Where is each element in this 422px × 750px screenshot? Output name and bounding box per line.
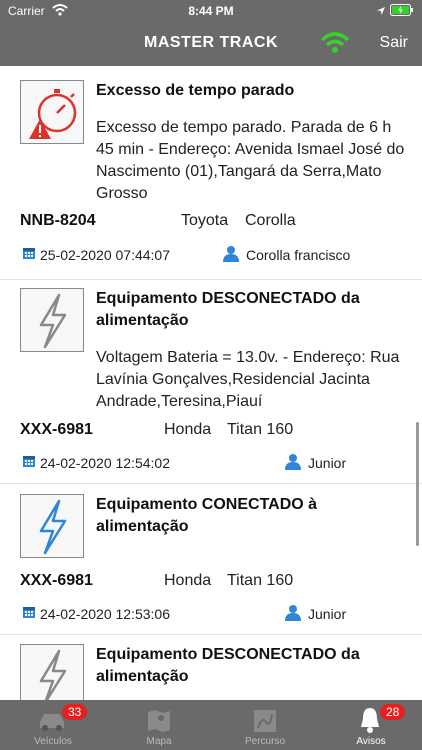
vehicle-plate: NNB-8204 (20, 212, 96, 229)
battery-icon (390, 4, 414, 19)
alert-card[interactable]: Equipamento DESCONECTADO da alimentação (0, 634, 422, 700)
lightning-gray-icon (20, 644, 84, 700)
driver: Junior (284, 603, 346, 624)
connection-wifi-icon (320, 32, 350, 59)
calendar-icon (22, 454, 36, 471)
tab-alerts[interactable]: 28 Avisos (318, 700, 422, 750)
person-icon (284, 452, 302, 473)
calendar-icon (22, 605, 36, 622)
alert-card[interactable]: Excesso de tempo parado Excesso de tempo… (0, 66, 422, 280)
vehicle-model: Titan 160 (227, 421, 294, 438)
bell-icon (358, 706, 382, 739)
person-icon (284, 603, 302, 624)
status-bar: Carrier 8:44 PM (0, 0, 422, 22)
clock: 8:44 PM (188, 4, 234, 18)
location-arrow-icon (376, 5, 386, 19)
datetime-text: 24-02-2020 12:54:02 (40, 454, 170, 471)
alert-title: Excesso de tempo parado (96, 82, 295, 99)
vehicle-model: Corolla (245, 212, 296, 229)
vehicle-plate: XXX-6981 (20, 572, 93, 589)
tab-label: Avisos (356, 736, 386, 747)
tab-vehicles[interactable]: 33 Veículos (0, 700, 106, 750)
status-right (376, 4, 414, 19)
datetime-text: 25-02-2020 07:44:07 (40, 246, 170, 263)
stopwatch-alert-icon (20, 80, 84, 144)
route-icon (252, 708, 278, 739)
tab-label: Mapa (146, 736, 172, 747)
lightning-gray-icon (20, 288, 84, 352)
alert-title: Equipamento CONECTADO à alimentação (96, 496, 318, 535)
tab-label: Percurso (244, 736, 285, 747)
logout-button[interactable]: Sair (380, 34, 408, 52)
datetime-text: 24-02-2020 12:53:06 (40, 605, 170, 622)
vehicle-brand: Honda (164, 572, 212, 589)
driver-name: Corolla francisco (246, 246, 351, 263)
nav-bar: MASTER TRACK Sair (0, 22, 422, 66)
map-icon (146, 708, 172, 739)
lightning-blue-icon (20, 494, 84, 558)
alerts-list[interactable]: Excesso de tempo parado Excesso de tempo… (0, 66, 422, 700)
alert-datetime: 24-02-2020 12:54:02 (22, 454, 170, 471)
alert-datetime: 25-02-2020 07:44:07 (22, 246, 170, 263)
vehicle-model: Titan 160 (227, 572, 294, 589)
vehicle-brand: Honda (164, 421, 212, 438)
alert-description: Excesso de tempo parado. Parada de 6 h 4… (96, 119, 405, 202)
driver: Junior (284, 452, 346, 473)
driver-name: Junior (308, 605, 347, 622)
app-title: MASTER TRACK (144, 34, 278, 51)
tab-map[interactable]: Mapa (106, 700, 212, 750)
alert-title: Equipamento DESCONECTADO da alimentação (96, 290, 360, 329)
person-icon (222, 244, 240, 265)
alert-description: Voltagem Bateria = 13.0v. - Endereço: Ru… (96, 349, 400, 410)
tab-route[interactable]: Percurso (212, 700, 318, 750)
tab-bar: 33 Veículos Mapa Percurso 28 Avisos (0, 700, 422, 750)
vehicles-badge: 33 (62, 704, 88, 720)
tab-label: Veículos (34, 736, 72, 747)
driver: Corolla francisco (222, 244, 350, 265)
scrollbar[interactable] (416, 422, 419, 546)
driver-name: Junior (308, 454, 347, 471)
alert-title: Equipamento DESCONECTADO da alimentação (96, 646, 360, 685)
alert-datetime: 24-02-2020 12:53:06 (22, 605, 170, 622)
calendar-icon (22, 246, 36, 263)
vehicle-plate: XXX-6981 (20, 421, 93, 438)
alerts-badge: 28 (380, 704, 406, 720)
vehicle-brand: Toyota (181, 212, 229, 229)
alert-card[interactable]: Equipamento CONECTADO à alimentação XXX-… (0, 483, 422, 635)
alert-card[interactable]: Equipamento DESCONECTADO da alimentação … (0, 279, 422, 484)
